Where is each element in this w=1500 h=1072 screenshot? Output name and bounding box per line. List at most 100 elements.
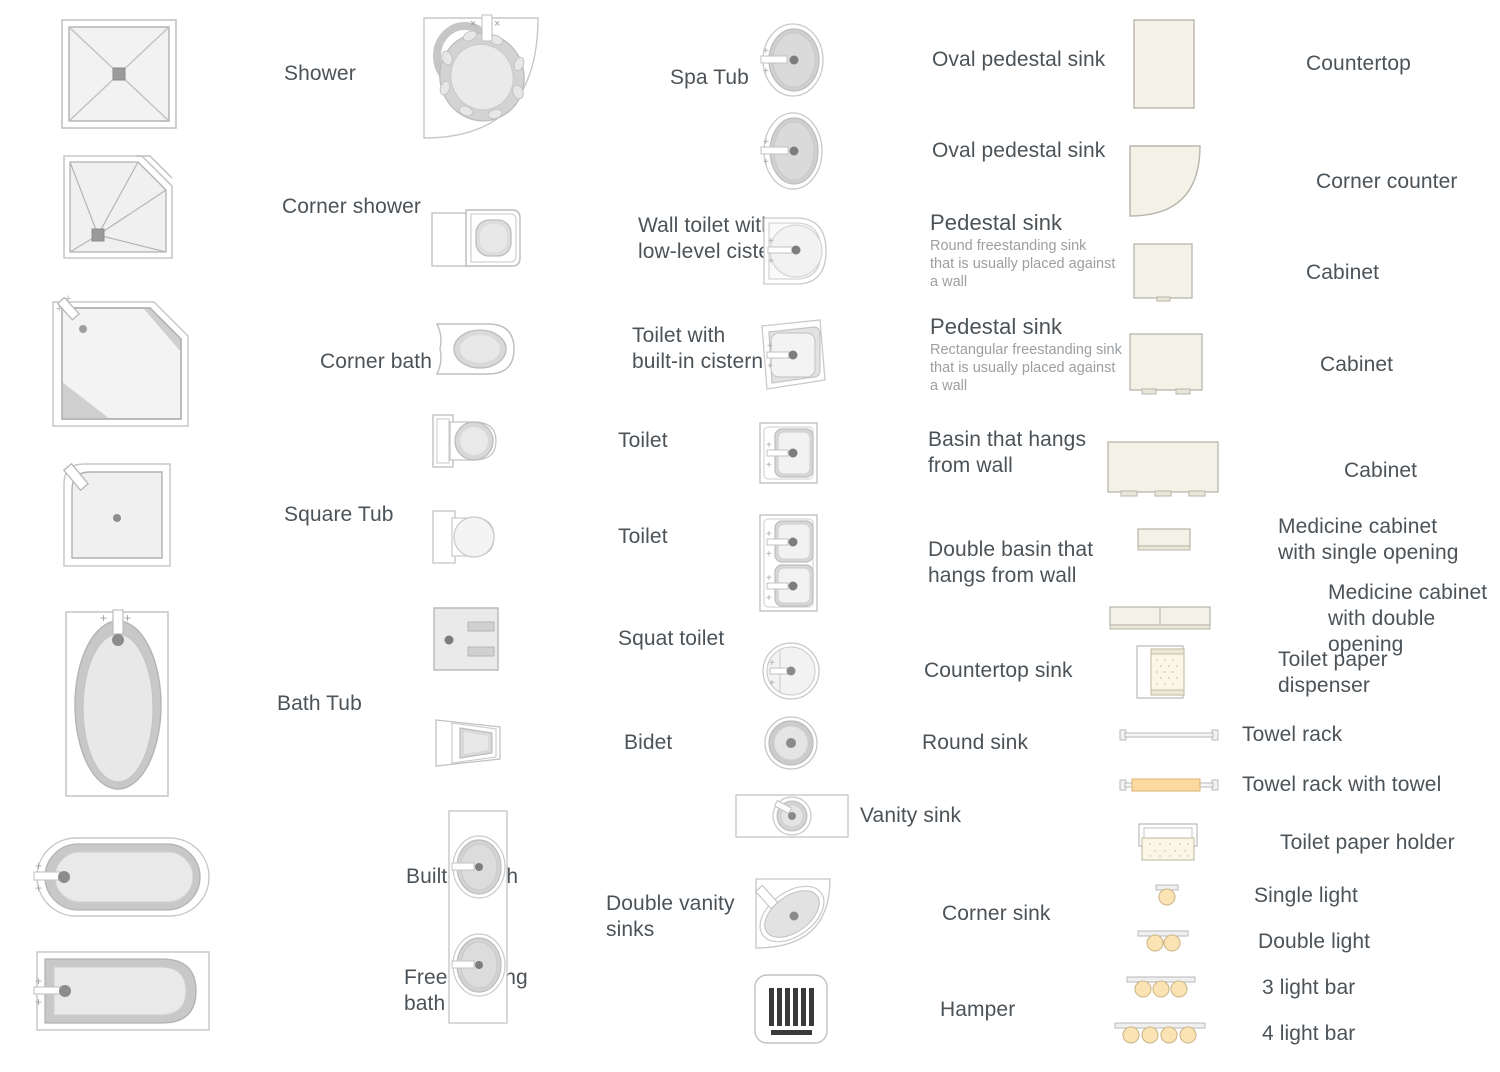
- bath-tub-icon: + +: [62, 608, 172, 800]
- corner-sink-icon: [752, 876, 834, 952]
- legend-item-hamper[interactable]: Hamper: [752, 972, 1015, 1048]
- symbol-library-sheet: Shower Corner shower + + Corner bath Squ…: [0, 0, 1500, 1072]
- hamper-icon: [752, 972, 832, 1048]
- double-light-icon: [1128, 926, 1198, 958]
- legend-item-round-sink[interactable]: Round sink: [760, 714, 1028, 772]
- item-label: Corner bath: [320, 350, 432, 373]
- spa-tub-icon: × ×: [420, 14, 544, 142]
- svg-text:+: +: [767, 361, 773, 372]
- item-label: Hamper: [940, 998, 1016, 1021]
- item-description: Round freestanding sink that is usually …: [930, 238, 1116, 290]
- legend-item-wall-toilet-low-cistern[interactable]: Wall toilet with low-level cistern: [428, 206, 789, 272]
- legend-item-toilet-a[interactable]: Toilet: [430, 412, 668, 470]
- item-label: Bath Tub: [277, 692, 362, 715]
- legend-item-bidet[interactable]: Bidet: [432, 714, 672, 772]
- legend-item-toilet-paper-holder[interactable]: Toilet paper holder: [1134, 820, 1455, 866]
- cabinet-icon: [1106, 440, 1220, 502]
- legend-item-cabinet-wide[interactable]: Cabinet: [1106, 440, 1417, 502]
- squat-toilet-icon: [430, 604, 506, 674]
- legend-item-double-vanity-sinks[interactable]: Double vanity sinks: [446, 808, 735, 1026]
- legend-item-pedestal-sink-rect[interactable]: + + Pedestal sink Rectangular freestandi…: [756, 314, 1122, 395]
- item-label: Cabinet: [1320, 353, 1394, 376]
- item-label: 3 light bar: [1262, 976, 1356, 999]
- legend-item-toilet-paper-dispenser[interactable]: Toilet paper dispenser: [1134, 642, 1388, 704]
- legend-item-countertop-sink[interactable]: + + Countertop sink: [758, 640, 1073, 702]
- legend-item-bath-tub[interactable]: + + Bath Tub: [62, 608, 362, 800]
- legend-item-corner-counter[interactable]: Corner counter: [1128, 144, 1457, 220]
- legend-item-double-light[interactable]: Double light: [1128, 926, 1370, 958]
- towel-rack-icon: [1118, 725, 1220, 745]
- svg-text:×: ×: [470, 18, 476, 30]
- svg-text:+: +: [124, 611, 131, 625]
- corner-counter-icon: [1128, 144, 1204, 220]
- svg-text:×: ×: [494, 18, 500, 30]
- item-label: Round sink: [922, 731, 1029, 754]
- item-label: Basin that hangs from wall: [928, 428, 1087, 477]
- legend-item-cabinet-small[interactable]: Cabinet: [1132, 242, 1379, 304]
- legend-item-light-bar-4[interactable]: 4 light bar: [1106, 1018, 1355, 1050]
- item-label: Double vanity sinks: [606, 892, 735, 941]
- item-label: Medicine cabinet with single opening: [1278, 515, 1459, 564]
- legend-item-double-wall-basin[interactable]: + + + + Double basin that hangs from wal…: [756, 512, 1093, 614]
- freestanding-bath-icon: + +: [33, 948, 214, 1034]
- legend-item-squat-toilet[interactable]: Squat toilet: [430, 604, 724, 674]
- countertop-icon: [1132, 18, 1196, 110]
- oval-pedestal-sink-icon: + +: [756, 110, 830, 192]
- legend-item-medicine-cabinet-single[interactable]: Medicine cabinet with single opening: [1136, 514, 1459, 566]
- legend-item-towel-rack-with-towel[interactable]: Towel rack with towel: [1118, 772, 1441, 798]
- toilet-paper-dispenser-icon: [1134, 642, 1196, 704]
- legend-item-wall-hung-basin[interactable]: + + Basin that hangs from wall: [756, 420, 1086, 486]
- legend-item-toilet-builtin-cistern[interactable]: Toilet with built-in cistern: [430, 320, 763, 378]
- legend-item-single-light[interactable]: Single light: [1140, 880, 1358, 912]
- legend-item-towel-rack[interactable]: Towel rack: [1118, 722, 1342, 748]
- pedestal-sink-rect-icon: + +: [756, 317, 830, 393]
- double-vanity-sinks-icon: [446, 808, 510, 1026]
- light-bar-3-icon: [1118, 972, 1204, 1004]
- item-description: Rectangular freestanding sink that is us…: [930, 342, 1122, 394]
- legend-item-cabinet-medium[interactable]: Cabinet: [1128, 332, 1393, 398]
- legend-item-shower[interactable]: Shower: [60, 18, 356, 130]
- item-label: Corner counter: [1316, 170, 1458, 193]
- svg-text:+: +: [768, 256, 774, 267]
- svg-text:+: +: [766, 573, 772, 584]
- toilet-builtin-cistern-icon: [430, 320, 520, 378]
- svg-text:+: +: [65, 293, 71, 305]
- legend-item-toilet-b[interactable]: Toilet: [430, 508, 668, 566]
- legend-item-corner-shower[interactable]: Corner shower: [60, 152, 421, 262]
- light-bar-4-icon: [1106, 1018, 1212, 1050]
- item-label: Corner shower: [282, 195, 422, 218]
- item-label: Single light: [1254, 884, 1358, 907]
- toilet-paper-holder-icon: [1134, 820, 1206, 866]
- toilet-icon: [430, 412, 508, 470]
- item-label: Bidet: [624, 731, 673, 754]
- item-label: Double basin that hangs from wall: [928, 538, 1094, 587]
- item-label: Toilet with built-in cistern: [632, 324, 764, 373]
- wall-hung-basin-icon: + +: [756, 420, 828, 486]
- corner-bath-icon: + +: [48, 292, 194, 432]
- item-label: Oval pedestal sink: [932, 139, 1106, 162]
- svg-text:+: +: [766, 460, 772, 471]
- svg-text:+: +: [35, 881, 42, 895]
- item-label: Toilet: [618, 525, 668, 548]
- round-sink-icon: [760, 714, 822, 772]
- legend-item-pedestal-sink-round[interactable]: + + Pedestal sink Round freestanding sin…: [756, 210, 1115, 291]
- legend-item-square-tub[interactable]: Square Tub: [60, 460, 394, 570]
- legend-item-light-bar-3[interactable]: 3 light bar: [1118, 972, 1355, 1004]
- toilet-icon: [430, 508, 508, 566]
- legend-item-oval-pedestal-sink-b[interactable]: + + Oval pedestal sink: [756, 110, 1105, 192]
- svg-text:+: +: [766, 440, 772, 451]
- legend-item-countertop[interactable]: Countertop: [1132, 18, 1411, 110]
- item-label: Toilet paper holder: [1280, 831, 1455, 854]
- item-label: Vanity sink: [860, 804, 962, 827]
- legend-item-vanity-sink[interactable]: Vanity sink: [734, 792, 961, 840]
- legend-item-corner-bath[interactable]: + + Corner bath: [48, 292, 432, 432]
- cabinet-icon: [1132, 242, 1196, 304]
- item-label: Shower: [284, 62, 356, 85]
- legend-item-spa-tub[interactable]: × × Spa Tub: [420, 14, 749, 142]
- wall-toilet-low-cistern-icon: [428, 206, 524, 272]
- legend-item-corner-sink[interactable]: Corner sink: [752, 876, 1050, 952]
- towel-rack-with-towel-icon: [1118, 773, 1220, 797]
- legend-item-oval-pedestal-sink-a[interactable]: + + Oval pedestal sink: [756, 20, 1105, 100]
- item-label: Corner sink: [942, 902, 1051, 925]
- svg-text:+: +: [100, 611, 107, 625]
